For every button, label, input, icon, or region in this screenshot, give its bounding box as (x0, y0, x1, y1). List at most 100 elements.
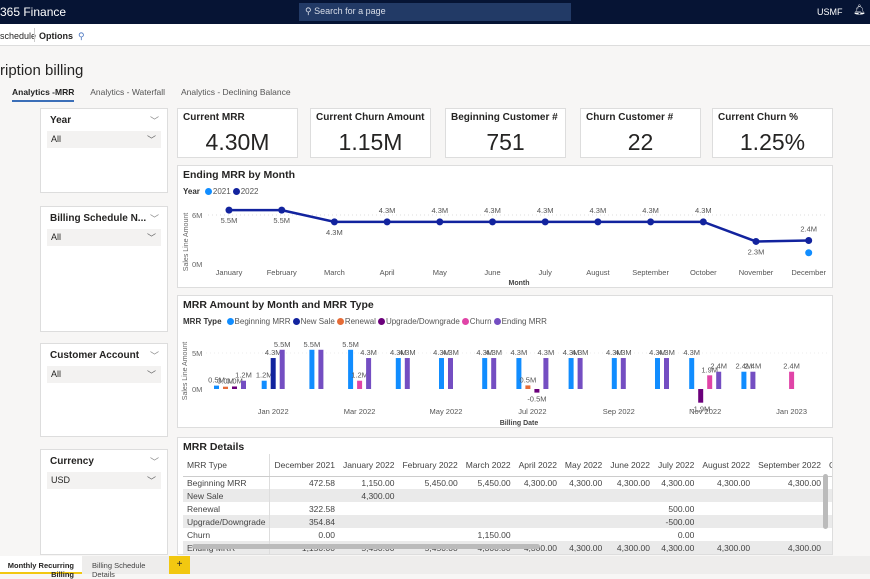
column-header[interactable]: March 2022 (461, 454, 515, 477)
data-label: 4.3M (511, 348, 528, 357)
toolbar-schedule[interactable]: schedule (0, 31, 36, 41)
table-cell (698, 502, 754, 515)
tab-analytics-waterfall[interactable]: Analytics - Waterfall (90, 87, 165, 100)
table-header-row: MRR Type December 2021 January 2022 Februar… (183, 454, 832, 477)
y-axis-title: Sales Line Amount (182, 342, 189, 400)
bell-icon[interactable]: 🔔︎ (853, 5, 866, 16)
data-label: 4.3M (431, 206, 448, 215)
kpi-card: Beginning Customer # 751 (445, 108, 566, 158)
table-cell (461, 515, 515, 528)
action-pane: schedule Options ⚲ (0, 24, 870, 46)
table-cell: Beginning MRR (183, 476, 271, 489)
data-point (225, 206, 233, 214)
bar-churn (789, 371, 795, 389)
table-cell (698, 489, 755, 502)
column-header[interactable]: September 2022 (754, 454, 825, 477)
data-point (489, 218, 496, 226)
kpi-value: 4.30M (205, 129, 270, 155)
search-icon[interactable]: ⚲ (78, 31, 85, 42)
vertical-scrollbar[interactable] (823, 474, 828, 529)
data-label: 2.4M (710, 362, 727, 371)
column-header[interactable]: June 2022 (606, 454, 654, 477)
bar-beginning-mrr (309, 349, 315, 389)
series-line-2022 (229, 208, 809, 243)
data-label: 2.4M (800, 224, 817, 233)
column-header[interactable]: MRR Type (183, 454, 271, 477)
column-header[interactable]: May 2022 (560, 454, 607, 477)
column-header[interactable]: February 2022 (398, 454, 462, 477)
tab-analytics-declining-balance[interactable]: Analytics - Declining Balance (181, 87, 291, 100)
x-tick-label: July (539, 268, 553, 277)
column-header[interactable]: December 2021 (269, 454, 339, 477)
data-label: 2.4M (745, 362, 762, 371)
horizontal-scrollbar[interactable] (192, 544, 540, 549)
chevron-down-icon: ﹀ (146, 233, 156, 243)
table-row: Beginning MRR 472.58 1,150.00 5,450.00 5,450… (183, 476, 832, 489)
chevron-down-icon[interactable]: ﹀ (150, 349, 159, 362)
table-cell (560, 489, 607, 502)
table-cell (514, 515, 561, 528)
x-tick-label: April (380, 268, 395, 277)
slicer-dropdown[interactable]: All ﹀ (47, 366, 161, 383)
y-tick-label: 6M (192, 211, 202, 220)
data-point (383, 218, 391, 226)
chevron-down-icon[interactable]: ﹀ (150, 114, 159, 127)
slicer-dropdown[interactable]: All ﹀ (47, 131, 161, 148)
chevron-down-icon[interactable]: ﹀ (150, 455, 159, 468)
search-placeholder: Search for a page (314, 6, 386, 16)
page-tab-billing-schedule-details[interactable]: Billing Schedule Details (92, 556, 168, 579)
slicer-dropdown[interactable]: USD ﹀ (47, 472, 161, 489)
bar-ending-mrr (279, 349, 285, 389)
column-header[interactable]: August 2022 (698, 454, 755, 477)
data-label: -0.5M (527, 395, 546, 404)
table-cell: 4,300.00 (606, 541, 654, 554)
column-header[interactable]: July 2022 (653, 454, 699, 477)
page-tab-monthly-recurring-billing[interactable]: Monthly Recurring Billing (0, 556, 82, 579)
add-page-button[interactable]: + (169, 556, 190, 574)
data-label: 4.3M (485, 348, 502, 357)
table-cell: Upgrade/Downgrade (183, 515, 271, 528)
tab-analytics-mrr[interactable]: Analytics -MRR (12, 87, 75, 102)
table-cell (698, 528, 754, 541)
table-cell: 4,300.00 (569, 477, 603, 488)
bar-ending-mrr (750, 371, 756, 389)
bar-beginning-mrr (214, 385, 219, 389)
chevron-down-icon[interactable]: ﹀ (150, 212, 159, 225)
data-label: 1.2M (235, 371, 252, 380)
data-label: 4.3M (572, 348, 589, 357)
column-header[interactable]: April 2022 (514, 454, 561, 477)
slicer-dropdown[interactable]: All ﹀ (47, 229, 161, 246)
column-header[interactable]: January 2022 (338, 454, 399, 477)
data-label: 4.3M (538, 348, 555, 357)
table-cell: 4,300.00 (616, 477, 650, 488)
table-cell: 4,300.00 (754, 541, 825, 554)
toolbar-options[interactable]: Options (39, 31, 73, 41)
bar-new-sale (270, 358, 276, 389)
x-tick-label: Jul 2022 (518, 407, 546, 416)
top-bar: 365 Finance ⚲ Search for a page USMF 🔔︎ (0, 0, 870, 24)
column-header[interactable]: October 2022 (824, 454, 832, 477)
slicer-value: All (51, 369, 62, 379)
table-cell (269, 489, 339, 502)
x-tick-label: August (586, 268, 610, 277)
kpi-card: Current MRR 4.30M (177, 108, 298, 158)
data-point (330, 218, 338, 226)
kpi-value: 751 (486, 129, 525, 155)
x-axis-title: Billing Date (500, 420, 539, 427)
x-tick-label: May (433, 268, 447, 277)
kpi-title: Beginning Customer # (451, 112, 558, 123)
table-cell: 472.58 (308, 477, 335, 488)
y-tick-label: 0M (192, 385, 202, 394)
kpi-value: 1.15M (338, 129, 403, 155)
bar-chart-svg: Sales Line Amount 0M 5M Jan 2022 Mar 2022 May… (182, 340, 828, 427)
table-cell (398, 515, 462, 528)
table-cell (561, 502, 606, 515)
data-label: 4.3M (442, 348, 459, 357)
search-input[interactable]: ⚲ Search for a page (299, 3, 571, 21)
table-cell: 5,450.00 (477, 477, 511, 488)
company-selector[interactable]: USMF (817, 7, 843, 17)
table-row: Churn 0.00 1,150.00 0.00 (183, 528, 832, 541)
data-label: 4.3M (265, 348, 282, 357)
bar-beginning-mrr (395, 358, 401, 389)
data-point (805, 249, 813, 257)
